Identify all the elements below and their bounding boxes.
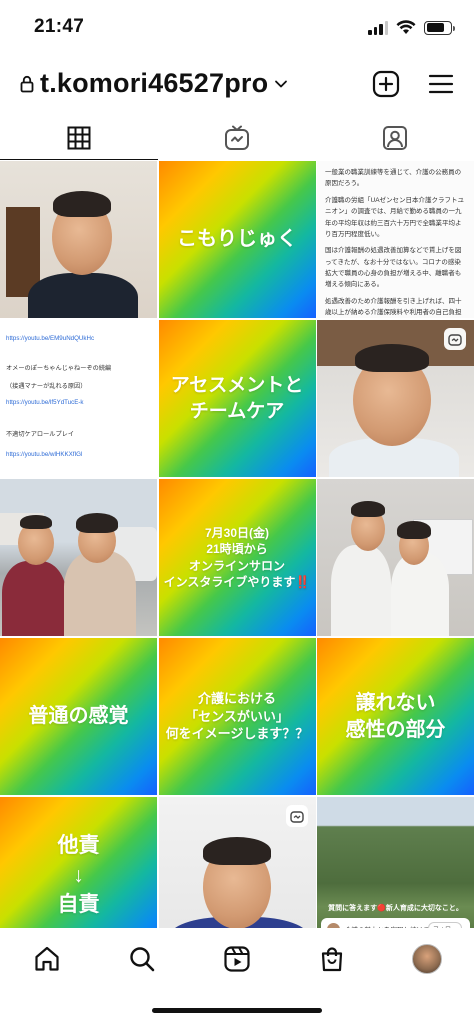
status-icons: [368, 20, 455, 35]
cellular-signal-icon: [368, 20, 388, 35]
post-title-text: 介護における 「センスがいい」 何をイメージします？？: [165, 691, 309, 742]
lock-icon: [20, 75, 34, 92]
grid-post-1[interactable]: [0, 161, 157, 318]
post-title-text: こもりじゅく: [177, 228, 297, 250]
tagged-person-icon: [383, 126, 407, 150]
grid-icon: [67, 126, 91, 150]
post-grid: こもりじゅく 一般業の職業訓練等を通じて、介護の公務員の原因だろう。 介護職の労…: [0, 161, 474, 954]
caption-line: オメーのぽーちゃんじゃねーぞの続編: [6, 364, 112, 372]
home-indicator[interactable]: [152, 1008, 322, 1013]
youtube-link: https://youtu.be/wlHKKXfIGl: [6, 450, 83, 458]
post-title-text: 7月30日(金) 21時頃から オンラインサロン インスタライブやります‼️: [163, 526, 311, 589]
battery-icon: [424, 20, 455, 35]
post-title-text: 譲れない 感性の部分: [345, 691, 446, 741]
header-actions: [372, 70, 454, 98]
nav-reels[interactable]: [190, 928, 285, 990]
profile-header: t.komori46527pro: [0, 60, 474, 112]
status-bar: 21:47: [0, 0, 474, 56]
grid-post-5[interactable]: アセスメントと チームケア: [158, 320, 316, 477]
grid-post-6[interactable]: [317, 320, 474, 477]
article-paragraph: 一般業の職業訓練等を通じて、介護の公務員の原因だろう。: [325, 169, 462, 188]
post-title-text: 普通の感覚: [28, 705, 129, 727]
search-icon: [130, 947, 155, 972]
reel-badge: [285, 805, 308, 827]
reel-badge: [444, 328, 466, 350]
profile-avatar: [411, 944, 442, 974]
igtv-icon: [225, 125, 249, 150]
grid-post-9[interactable]: [317, 479, 474, 636]
igtv-icon: [448, 334, 462, 346]
grid-post-7[interactable]: [0, 479, 157, 636]
tab-tagged[interactable]: [316, 116, 474, 160]
caption-line: （接遇マナーが乱れる原因）: [6, 382, 87, 390]
reels-icon: [224, 946, 250, 972]
grid-post-4[interactable]: https://youtu.be/EM9uNdQUkHc オメーのぽーちゃんじゃ…: [0, 320, 157, 477]
chevron-down-icon: [275, 80, 288, 87]
nav-search[interactable]: [95, 928, 190, 990]
menu-icon[interactable]: [428, 73, 454, 95]
tab-igtv[interactable]: [158, 116, 316, 160]
status-time: 21:47: [34, 16, 85, 37]
bottom-nav: [0, 928, 474, 990]
account-switcher[interactable]: t.komori46527pro: [20, 68, 288, 99]
nav-profile[interactable]: [379, 928, 474, 990]
grid-post-2[interactable]: こもりじゅく: [158, 161, 316, 318]
caption-line: 不適切ケアロールプレイ: [6, 430, 75, 438]
igtv-icon: [289, 811, 304, 823]
grid-post-8[interactable]: 7月30日(金) 21時頃から オンラインサロン インスタライブやります‼️: [158, 479, 316, 636]
article-paragraph: 処遇改善のため介護報酬を引き上げれば、四十歳以上が納める介護保険料や利用者の自己…: [325, 297, 462, 317]
nav-shop[interactable]: [284, 928, 379, 990]
new-post-icon[interactable]: [372, 70, 400, 98]
post-title-text: アセスメントと チームケア: [170, 374, 304, 422]
wifi-icon: [396, 20, 416, 34]
grid-post-3[interactable]: 一般業の職業訓練等を通じて、介護の公務員の原因だろう。 介護職の労組「UAゼンセ…: [317, 161, 474, 318]
grid-post-11[interactable]: 介護における 「センスがいい」 何をイメージします？？: [158, 638, 316, 795]
shop-bag-icon: [321, 947, 342, 972]
profile-tabs: [0, 116, 474, 160]
grid-post-12[interactable]: 譲れない 感性の部分: [317, 638, 474, 795]
youtube-link: https://youtu.be/EM9uNdQUkHc: [6, 335, 95, 342]
article-paragraph: 介護職の労組「UAゼンセン日本介護クラフトユニオン」の調査では、月給で勤める職員…: [325, 196, 465, 238]
username: t.komori46527pro: [40, 68, 269, 98]
home-icon: [35, 946, 59, 971]
video-caption: 質問に答えます🔴新人育成に大切なこと。: [328, 905, 463, 912]
tab-grid[interactable]: [0, 116, 158, 160]
nav-home[interactable]: [0, 928, 95, 990]
youtube-link: https://youtu.be/lf5YdTucE-k: [6, 398, 84, 406]
grid-post-10[interactable]: 普通の感覚: [0, 638, 157, 795]
article-paragraph: 国は介護報酬の処遇改善加算などで賃上げを図ってきたが、なお十分ではない。コロナの…: [325, 247, 462, 289]
